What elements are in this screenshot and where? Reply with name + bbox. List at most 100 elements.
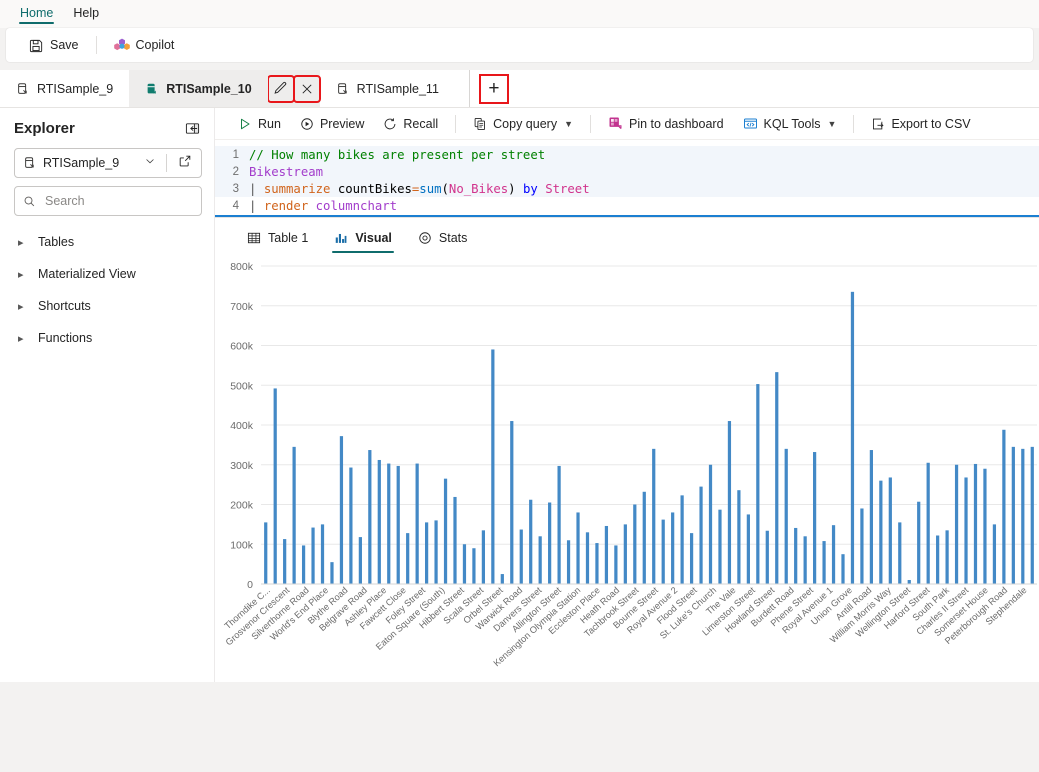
chart-bar[interactable] [604, 525, 609, 584]
chart-bar[interactable] [358, 537, 362, 584]
chart-bar[interactable] [822, 541, 826, 584]
pin-to-dashboard-button[interactable]: Pin to dashboard [599, 111, 733, 137]
chart-bar[interactable] [377, 459, 381, 584]
tab-rtisample-9[interactable]: RTISample_9 [0, 70, 129, 107]
sidebar-item-tables[interactable]: ▸ Tables [14, 226, 202, 258]
rename-tab-button[interactable] [266, 74, 295, 103]
chart-bar[interactable] [320, 524, 325, 585]
chart-bar[interactable] [699, 486, 703, 584]
chart-bar[interactable] [264, 522, 268, 584]
code-line-3[interactable]: 3 | summarize countBikes=sum(No_Bikes) b… [215, 180, 1039, 197]
chart-bar[interactable] [339, 436, 344, 584]
chart-bar[interactable] [708, 464, 713, 584]
run-button[interactable]: Run [229, 111, 290, 137]
chart-bar[interactable] [481, 530, 485, 584]
code-line-1[interactable]: 1 // How many bikes are present per stre… [215, 146, 1039, 163]
chart-bar[interactable] [1011, 446, 1015, 584]
new-tab-button[interactable]: + [478, 73, 509, 104]
chart-bar[interactable] [737, 490, 741, 584]
tab-rtisample-10[interactable]: RTISample_10 [129, 70, 268, 107]
search-input[interactable] [43, 193, 193, 209]
chart-bar[interactable] [964, 477, 968, 584]
chart-bar[interactable] [879, 480, 883, 584]
chart-bar[interactable] [349, 467, 353, 584]
chart-bar[interactable] [443, 478, 448, 584]
chart-bar[interactable] [784, 448, 788, 584]
chart-bar[interactable] [765, 530, 769, 585]
search-box[interactable] [14, 186, 202, 216]
chart-bar[interactable] [548, 502, 552, 584]
chart-bar[interactable] [538, 536, 542, 584]
chart-bar[interactable] [292, 446, 296, 584]
chart-bar[interactable] [491, 349, 495, 584]
chart-bar[interactable] [954, 464, 959, 584]
chart-bar[interactable] [661, 519, 665, 585]
kql-editor[interactable]: 1 // How many bikes are present per stre… [215, 140, 1039, 218]
chart-bar[interactable] [718, 509, 722, 584]
kql-tools-button[interactable]: KQL Tools ▼ [734, 111, 846, 137]
chart-bar[interactable] [907, 580, 911, 584]
chart-bar[interactable] [746, 514, 750, 584]
chart-bar[interactable] [898, 522, 902, 584]
chart-bar[interactable] [519, 529, 523, 584]
chart-bar[interactable] [453, 496, 457, 584]
chart-bar[interactable] [510, 421, 514, 584]
chart-bar[interactable] [425, 522, 429, 584]
chart-bar[interactable] [813, 452, 817, 584]
chart-bar[interactable] [992, 524, 997, 585]
chart-bar[interactable] [415, 463, 419, 584]
chart-bar[interactable] [387, 463, 391, 584]
tab-rtisample-11[interactable]: RTISample_11 [320, 70, 455, 107]
tab-stats[interactable]: Stats [408, 219, 478, 257]
chart-bar[interactable] [1002, 429, 1006, 584]
sidebar-item-shortcuts[interactable]: ▸ Shortcuts [14, 290, 202, 322]
chart-bar[interactable] [472, 548, 476, 584]
chart-bar[interactable] [273, 388, 277, 584]
chart-bar[interactable] [283, 539, 287, 584]
chart-bar[interactable] [945, 530, 949, 584]
column-chart-svg[interactable]: 0100k200k300k400k500k600k700k800kThorndi… [215, 258, 1039, 686]
chart-bar[interactable] [1030, 446, 1034, 584]
chart-bar[interactable] [727, 421, 732, 584]
chart-bar[interactable] [368, 450, 372, 584]
close-tab-button[interactable] [292, 74, 321, 103]
menu-item-help[interactable]: Help [65, 3, 107, 26]
chart-bar[interactable] [566, 540, 571, 584]
chart-bar[interactable] [973, 463, 978, 584]
chart-bar[interactable] [775, 372, 779, 584]
chart-bar[interactable] [614, 545, 618, 584]
chart-bar[interactable] [585, 532, 590, 584]
chart-bar[interactable] [434, 520, 438, 584]
chart-bar[interactable] [869, 450, 873, 584]
chart-bar[interactable] [557, 465, 561, 584]
chart-bar[interactable] [841, 554, 845, 584]
chart-bar[interactable] [831, 525, 836, 584]
code-line-2[interactable]: 2 Bikestream [215, 163, 1039, 180]
chart-bar[interactable] [642, 491, 646, 584]
chart-bar[interactable] [888, 477, 892, 584]
copilot-button[interactable]: Copilot [105, 32, 184, 58]
chart-bar[interactable] [671, 512, 675, 584]
chart-bar[interactable] [406, 533, 410, 584]
chart-bar[interactable] [633, 504, 637, 585]
open-in-new-icon[interactable] [173, 154, 197, 173]
chart-bar[interactable] [311, 527, 315, 585]
chart-bar[interactable] [680, 495, 684, 584]
chart-bar[interactable] [926, 462, 930, 584]
tab-table-1[interactable]: Table 1 [237, 219, 318, 257]
chart-bar[interactable] [500, 574, 504, 584]
chart-bar[interactable] [983, 468, 987, 584]
copy-query-button[interactable]: Copy query ▼ [464, 111, 582, 137]
chart-bar[interactable] [850, 291, 855, 584]
chevron-down-icon[interactable] [140, 154, 160, 172]
chart-bar[interactable] [1021, 448, 1025, 584]
export-to-csv-button[interactable]: Export to CSV [862, 111, 979, 137]
chevron-down-icon[interactable]: ▼ [564, 119, 573, 129]
chart-bar[interactable] [595, 543, 599, 584]
chart-bar[interactable] [794, 527, 798, 584]
chart-bar[interactable] [917, 501, 921, 584]
sidebar-item-functions[interactable]: ▸ Functions [14, 322, 202, 354]
preview-button[interactable]: Preview [291, 111, 373, 137]
chart-bar[interactable] [462, 544, 467, 584]
chart-bar[interactable] [623, 524, 627, 585]
